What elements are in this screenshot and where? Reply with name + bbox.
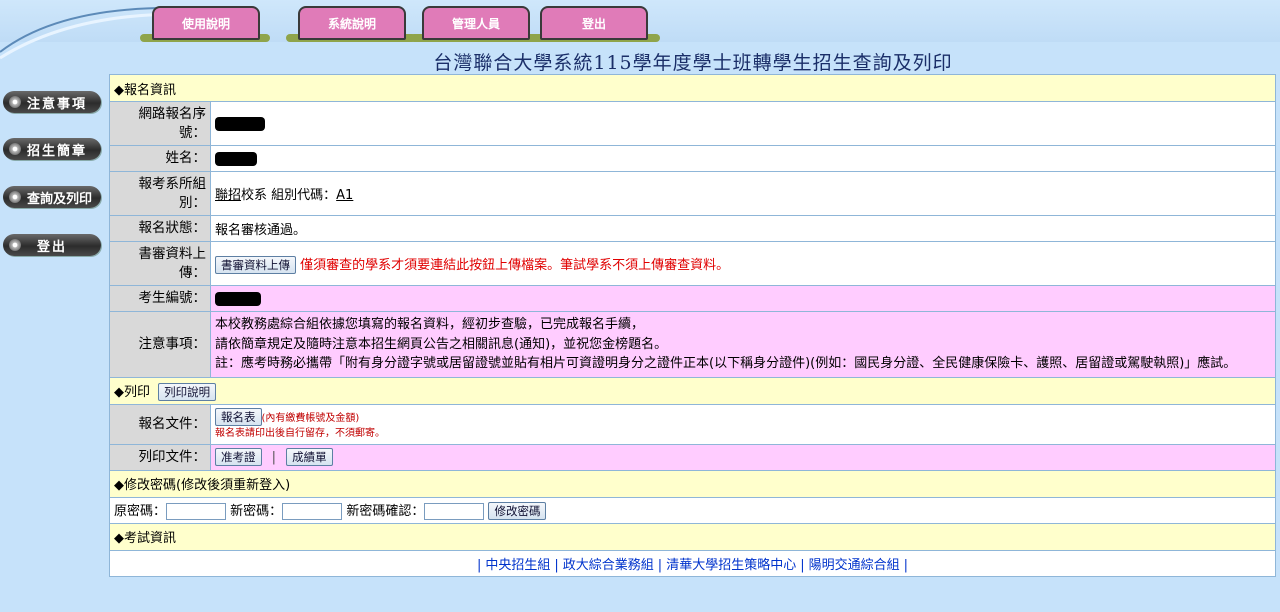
form-note: (內有繳費帳號及金額) — [261, 413, 360, 424]
admission-ticket-button[interactable]: 准考證 — [215, 448, 262, 466]
link-nthu-strategy[interactable]: 清華大學招生策略中心 — [666, 558, 796, 573]
section-header-password: ◆修改密碼(修改後須重新登入) — [109, 469, 1276, 498]
transcript-button[interactable]: 成績單 — [286, 448, 333, 466]
tab-usage-guide[interactable]: 使用說明 — [152, 6, 260, 40]
link-nccu-affairs[interactable]: 政大綜合業務組 — [563, 558, 654, 573]
dept-link[interactable]: 聯招 — [215, 188, 241, 203]
sidebar-item-notice[interactable]: 注意事項 — [3, 91, 101, 113]
dept-label: 報考系所組別： — [109, 171, 211, 216]
change-password-button[interactable]: 修改密碼 — [488, 502, 547, 520]
section-header-registration: ◆報名資訊 — [109, 74, 1276, 102]
dept-code-link[interactable]: A1 — [336, 188, 353, 203]
upload-button[interactable]: 書審資料上傳 — [215, 255, 296, 274]
sidebar-item-label: 注意事項 — [27, 96, 88, 112]
registration-form-button[interactable]: 報名表 — [215, 408, 262, 426]
redacted-reg-no — [215, 116, 265, 131]
print-label: 列印文件： — [109, 443, 211, 471]
new-password-label: 新密碼： — [230, 504, 283, 519]
top-nav-bar: 使用說明 系統說明 管理人員 登出 — [0, 0, 1280, 60]
bullet-icon — [9, 191, 21, 203]
bullet-icon — [9, 96, 21, 108]
confirm-password-label: 新密碼確認： — [346, 504, 425, 519]
sidebar-item-logout[interactable]: 登出 — [3, 234, 101, 256]
link-nycu-affairs[interactable]: 陽明交通綜合組 — [809, 558, 900, 573]
link-separator: | — [903, 557, 908, 573]
new-password-input[interactable] — [282, 503, 343, 520]
link-separator: | — [657, 557, 663, 573]
redacted-name — [215, 151, 257, 166]
tab-system-guide[interactable]: 系統說明 — [298, 6, 406, 40]
notice-line: 註：應考時務必攜帶「附有身分證字號或居留證號並貼有相片可資證明身分之證件正本(以… — [215, 356, 1237, 371]
notice-label: 注意事項： — [109, 311, 211, 378]
print-help-button[interactable]: 列印說明 — [158, 382, 217, 401]
sidebar-item-label: 登出 — [37, 239, 68, 255]
sidebar-item-label: 查詢及列印 — [27, 191, 93, 207]
link-ncu-admissions[interactable]: 中央招生組 — [485, 558, 550, 573]
form-note-2: 報名表請印出後自行留存，不須郵寄。 — [215, 428, 385, 439]
sidebar-item-query-print[interactable]: 查詢及列印 — [3, 186, 101, 208]
section-title: ◆考試資訊 — [109, 522, 1276, 551]
link-separator: | — [476, 557, 482, 573]
section-title: ◆列印 — [114, 384, 150, 400]
sidebar-item-label: 招生簡章 — [27, 143, 88, 159]
status-label: 報名狀態： — [109, 215, 211, 242]
reg-no-label: 網路報名序號： — [109, 101, 211, 146]
upload-note: 僅須審查的學系才須要連結此按鈕上傳檔案。筆試學系不須上傳審查資料。 — [300, 257, 730, 273]
notice-line: 本校教務處綜合組依據您填寫的報名資料，經初步查驗，已完成報名手續， — [215, 317, 645, 332]
section-title: ◆報名資訊 — [109, 74, 1276, 102]
section-header-exam-info: ◆考試資訊 — [109, 522, 1276, 551]
confirm-password-input[interactable] — [424, 503, 485, 520]
section-header-print: ◆列印 列印說明 — [109, 376, 1276, 405]
tab-admin[interactable]: 管理人員 — [422, 6, 530, 40]
dept-text: 校系 組別代碼： — [241, 188, 337, 203]
tab-logout[interactable]: 登出 — [540, 6, 648, 40]
bullet-icon — [9, 239, 21, 251]
status-value: 報名審核通過。 — [210, 215, 1276, 242]
doc-label: 報名文件： — [109, 403, 211, 445]
link-separator: | — [800, 557, 805, 573]
exam-no-label: 考生編號： — [109, 285, 211, 312]
page-title: 台灣聯合大學系統115學年度學士班轉學生招生查詢及列印 — [433, 52, 953, 74]
section-title: ◆修改密碼(修改後須重新登入) — [109, 469, 1276, 498]
link-separator: | — [554, 557, 559, 573]
bullet-icon — [9, 143, 21, 155]
old-password-label: 原密碼： — [114, 504, 167, 519]
sidebar-item-brochure[interactable]: 招生簡章 — [3, 138, 101, 160]
redacted-exam-no — [215, 291, 261, 306]
name-label: 姓名： — [109, 145, 211, 172]
upload-label: 書審資料上傳： — [109, 241, 211, 286]
old-password-input[interactable] — [166, 503, 227, 520]
notice-line: 請依簡章規定及隨時注意本招生網頁公告之相關訊息(通知)，並祝您金榜題名。 — [215, 336, 668, 352]
main-table: ◆報名資訊 網路報名序號： 姓名： 報考系所組別： 聯招校系 組別代碼：A1 報… — [109, 74, 1276, 577]
divider: | — [271, 450, 277, 465]
